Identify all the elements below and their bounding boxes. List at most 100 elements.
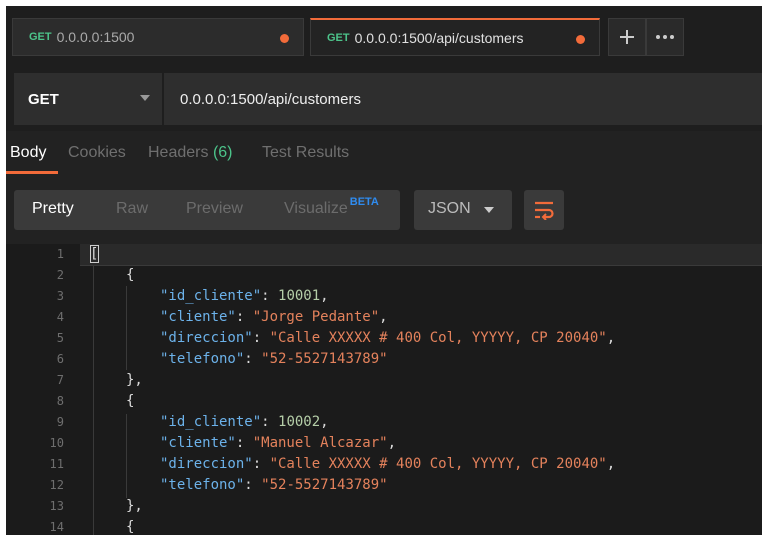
json-colon: :: [235, 435, 253, 451]
response-toolbar: Pretty Raw Preview Visualize BETA JSON: [6, 174, 762, 244]
json-string: "Calle XXXXX # 400 Col, YYYYY, CP 20040": [269, 330, 607, 346]
method-value: GET: [28, 90, 59, 108]
more-icon: [656, 35, 674, 39]
line-number: 8: [56, 394, 64, 408]
request-tab-root[interactable]: GET 0.0.0.0:1500: [12, 18, 304, 56]
json-key: "id_cliente": [160, 414, 262, 430]
code-line: "telefono": "52-5527143789": [160, 475, 388, 496]
line-number: 2: [56, 268, 64, 282]
more-tabs-button[interactable]: [646, 18, 684, 56]
wrap-lines-icon: [535, 201, 554, 220]
text-cursor: [90, 245, 100, 263]
json-brace: },: [126, 372, 143, 388]
tab-body[interactable]: Body: [10, 144, 46, 162]
json-key: "telefono": [160, 351, 245, 367]
json-comma: ,: [606, 456, 616, 472]
chevron-down-icon: [140, 95, 150, 101]
line-number: 1: [56, 247, 64, 261]
code-line: },: [126, 496, 143, 517]
json-key: "telefono": [160, 477, 245, 493]
request-bar: GET: [6, 63, 762, 131]
chevron-down-icon: [484, 207, 494, 213]
language-select[interactable]: JSON: [414, 190, 512, 230]
unsaved-dot-icon: [280, 34, 289, 43]
tab-test-results[interactable]: Test Results: [262, 144, 349, 162]
json-key: "direccion": [160, 456, 253, 472]
json-comma: ,: [379, 309, 388, 325]
json-brace: {: [126, 393, 135, 409]
code-line: [: [90, 244, 100, 265]
tab-method-label: GET: [29, 31, 52, 43]
json-colon: :: [261, 414, 279, 430]
plus-icon: [620, 30, 634, 44]
code-line: "id_cliente": 10001,: [160, 286, 329, 307]
json-string: "52-5527143789": [261, 477, 388, 493]
json-comma: ,: [606, 330, 616, 346]
json-string: "Calle XXXXX # 400 Col, YYYYY, CP 20040": [269, 456, 607, 472]
tab-headers[interactable]: Headers (6): [148, 144, 233, 162]
tab-cookies[interactable]: Cookies: [68, 144, 126, 162]
tab-strip: GET 0.0.0.0:1500 GET 0.0.0.0:1500/api/cu…: [6, 6, 762, 63]
json-colon: :: [252, 456, 270, 472]
format-preview-button[interactable]: Preview: [186, 200, 243, 218]
line-number: 11: [49, 457, 64, 471]
json-comma: ,: [320, 414, 329, 430]
current-line-highlight: [6, 244, 762, 266]
new-tab-button[interactable]: [608, 18, 646, 56]
line-number: 12: [49, 478, 64, 492]
indent-guide: [126, 414, 127, 498]
indent-guide: [126, 286, 127, 370]
code-line: "id_cliente": 10002,: [160, 412, 329, 433]
line-number: 7: [56, 373, 64, 387]
wrap-lines-button[interactable]: [524, 190, 564, 230]
line-number: 4: [56, 310, 64, 324]
response-body-editor[interactable]: 1 2 3 4 5 6 7 8 9 10 11 12 13 14 [ { "id…: [6, 244, 762, 535]
method-select[interactable]: GET: [14, 73, 162, 125]
code-line: "cliente": "Manuel Alcazar",: [160, 433, 396, 454]
code-line: "direccion": "Calle XXXXX # 400 Col, YYY…: [160, 328, 615, 349]
code-line: },: [126, 370, 143, 391]
format-pretty-button[interactable]: Pretty: [32, 200, 74, 218]
tab-method-label: GET: [327, 31, 350, 44]
url-input[interactable]: [164, 73, 762, 125]
code-line: "telefono": "52-5527143789": [160, 349, 388, 370]
unsaved-dot-icon: [576, 35, 585, 44]
json-brace: },: [126, 498, 143, 514]
line-number: 13: [49, 499, 64, 513]
tab-headers-label: Headers: [148, 144, 209, 161]
json-key: "id_cliente": [160, 288, 262, 304]
indent-guide: [93, 265, 94, 535]
line-number: 5: [56, 331, 64, 345]
json-string: "52-5527143789": [261, 351, 388, 367]
tab-url-label: 0.0.0.0:1500/api/customers: [354, 29, 524, 46]
tab-url-label: 0.0.0.0:1500: [56, 29, 135, 45]
request-tab-customers[interactable]: GET 0.0.0.0:1500/api/customers: [310, 18, 600, 56]
language-value: JSON: [428, 200, 471, 217]
response-tabs: Body Cookies Headers (6) Test Results: [6, 134, 762, 175]
json-comma: ,: [387, 435, 397, 451]
format-visualize-button[interactable]: Visualize BETA: [284, 196, 379, 218]
format-toggle-group: Pretty Raw Preview Visualize BETA: [14, 190, 400, 230]
json-number: 10001: [278, 288, 321, 304]
code-line: "direccion": "Calle XXXXX # 400 Col, YYY…: [160, 454, 615, 475]
json-colon: :: [261, 288, 279, 304]
json-key: "cliente": [160, 435, 236, 451]
line-number: 14: [49, 520, 64, 534]
headers-count-badge: (6): [212, 144, 233, 161]
json-string: "Jorge Pedante": [252, 309, 380, 325]
code-line: "cliente": "Jorge Pedante",: [160, 307, 388, 328]
code-line: {: [126, 517, 134, 535]
postman-window: GET 0.0.0.0:1500 GET 0.0.0.0:1500/api/cu…: [6, 6, 762, 535]
format-raw-button[interactable]: Raw: [116, 200, 148, 218]
json-brace: {: [126, 519, 135, 535]
json-string: "Manuel Alcazar": [252, 435, 388, 451]
json-number: 10002: [278, 414, 321, 430]
json-key: "direccion": [160, 330, 253, 346]
json-colon: :: [244, 477, 262, 493]
visualize-label: Visualize: [284, 200, 348, 217]
json-comma: ,: [320, 288, 329, 304]
line-number: 10: [49, 436, 64, 450]
line-number: 9: [56, 415, 64, 429]
code-line: {: [126, 265, 134, 286]
line-number: 6: [56, 352, 64, 366]
